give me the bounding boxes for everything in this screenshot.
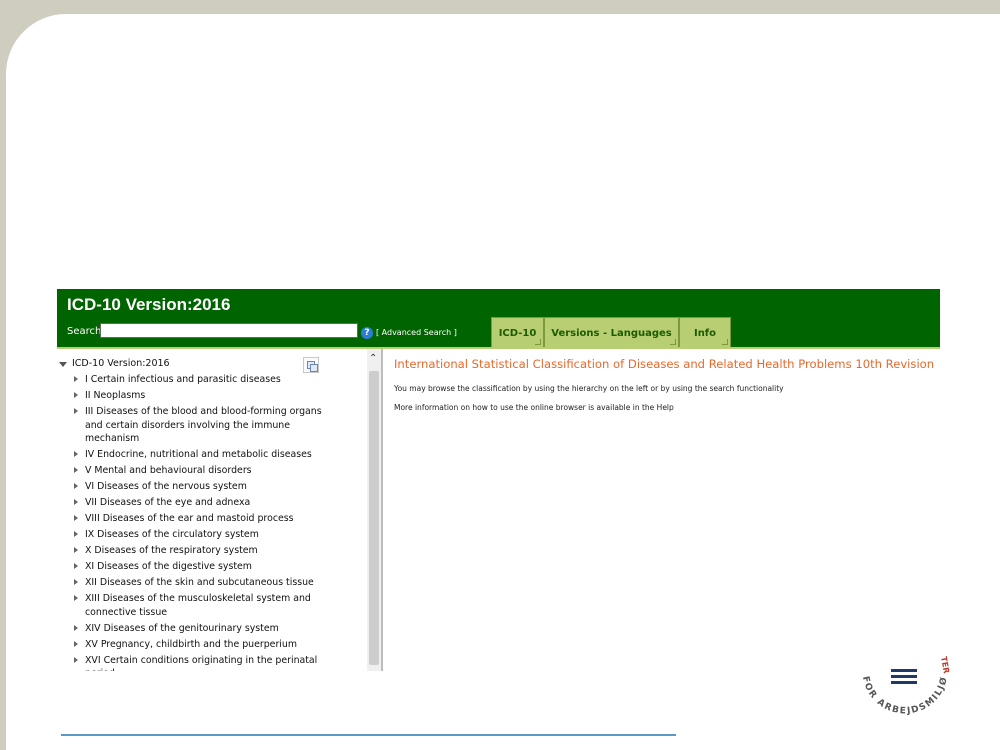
copy-icon[interactable]	[303, 357, 319, 373]
tree-item-label: II Neoplasms	[85, 389, 146, 401]
tree-item[interactable]: XI Diseases of the digestive system	[72, 560, 332, 574]
tree-item-label: VI Diseases of the nervous system	[85, 481, 247, 493]
caret-right-icon[interactable]	[74, 563, 78, 570]
caret-right-icon[interactable]	[74, 624, 78, 631]
tree-item[interactable]: XII Diseases of the skin and subcutaneou…	[72, 576, 332, 590]
caret-right-icon[interactable]	[74, 595, 78, 601]
question-circle-icon[interactable]: ?	[361, 327, 373, 339]
scroll-up-icon[interactable]: ⌃	[369, 354, 377, 364]
logo: FOR ARBEJDSMILJØ TER	[860, 656, 951, 715]
tree-item-label: IX Diseases of the circulatory system	[85, 529, 259, 541]
caret-right-icon[interactable]	[74, 499, 78, 506]
caret-right-icon[interactable]	[74, 531, 78, 538]
tab-icd-10[interactable]: ICD-10	[491, 317, 544, 347]
tree-item-label: XII Diseases of the skin and subcutaneou…	[85, 577, 314, 589]
content-title: International Statistical Classification…	[394, 357, 935, 371]
tree-item-label: I Certain infectious and parasitic disea…	[85, 374, 281, 385]
tree-item-label: XVI Certain conditions originating in th…	[85, 654, 318, 671]
tree-scrollbar[interactable]: ⌃	[367, 349, 381, 671]
caret-right-icon[interactable]	[74, 391, 78, 398]
tree-item-label: XIV Diseases of the genitourinary system	[85, 622, 279, 634]
tree-item[interactable]: VIII Diseases of the ear and mastoid pro…	[72, 512, 332, 526]
tree-item[interactable]: XIII Diseases of the musculoskeletal sys…	[72, 592, 332, 619]
tree-item-label: V Mental and behavioural disorders	[85, 465, 252, 477]
content-line-browse: You may browse the classification by usi…	[394, 384, 784, 393]
caret-right-icon[interactable]	[74, 467, 78, 474]
svg-text:FOR ARBEJDSMILJØ: FOR ARBEJDSMILJØ	[860, 675, 950, 715]
caret-right-icon[interactable]	[74, 515, 78, 522]
tree-item[interactable]: III Diseases of the blood and blood-form…	[72, 405, 332, 446]
caret-right-icon[interactable]	[74, 640, 78, 647]
content-line-help: More information on how to use the onlin…	[394, 403, 674, 412]
tree-item[interactable]: IV Endocrine, nutritional and metabolic …	[72, 448, 332, 462]
tree-item-label: VIII Diseases of the ear and mastoid pro…	[85, 513, 294, 525]
caret-down-icon[interactable]	[59, 362, 67, 367]
tree-root[interactable]: ICD-10 Version:2016	[72, 358, 170, 369]
tab-versions-languages[interactable]: Versions - Languages	[544, 317, 679, 347]
tree-item-label: III Diseases of the blood and blood-form…	[85, 405, 322, 445]
tree-item[interactable]: XV Pregnancy, childbirth and the puerper…	[72, 638, 332, 652]
tree-list: I Certain infectious and parasitic disea…	[72, 373, 332, 671]
tree-item[interactable]: IX Diseases of the circulatory system	[72, 528, 332, 542]
app-title: ICD-10 Version:2016	[67, 295, 231, 314]
tree-item[interactable]: VII Diseases of the eye and adnexa	[72, 496, 332, 510]
logo-text-top: TER	[939, 656, 951, 674]
caret-right-icon[interactable]	[74, 656, 78, 663]
tree-item[interactable]: I Certain infectious and parasitic disea…	[72, 373, 332, 387]
app-header: ICD-10 Version:2016 Search ? [ Advanced …	[57, 289, 940, 349]
caret-right-icon[interactable]	[74, 376, 78, 382]
caret-right-icon[interactable]	[74, 547, 78, 554]
logo-text: FOR ARBEJDSMILJØ	[860, 675, 949, 715]
tree-item-label: VII Diseases of the eye and adnexa	[85, 497, 251, 509]
tree-item[interactable]: II Neoplasms	[72, 389, 332, 403]
caret-right-icon[interactable]	[74, 451, 78, 458]
search-input[interactable]	[100, 323, 358, 338]
tree-item[interactable]: V Mental and behavioural disorders	[72, 464, 332, 478]
tree-item[interactable]: VI Diseases of the nervous system	[72, 480, 332, 494]
tree-item-label: XI Diseases of the digestive system	[85, 561, 252, 573]
caret-right-icon[interactable]	[74, 483, 78, 490]
tree-item-label: XV Pregnancy, childbirth and the puerper…	[85, 638, 297, 650]
tree-item[interactable]: X Diseases of the respiratory system	[72, 544, 332, 558]
tree-item[interactable]: XIV Diseases of the genitourinary system	[72, 622, 332, 636]
tree-item-label: X Diseases of the respiratory system	[85, 545, 258, 557]
tree-item-label: XIII Diseases of the musculoskeletal sys…	[85, 593, 311, 618]
caret-right-icon[interactable]	[74, 579, 78, 586]
search-label: Search	[67, 326, 102, 337]
tree-item-label: IV Endocrine, nutritional and metabolic …	[85, 449, 312, 461]
classification-tree: ICD-10 Version:2016 I Certain infectious…	[57, 349, 381, 671]
footer-rule	[61, 734, 676, 736]
scroll-thumb[interactable]	[369, 371, 379, 665]
caret-right-icon[interactable]	[74, 407, 78, 414]
panel-divider[interactable]	[381, 349, 383, 671]
tab-info[interactable]: Info	[679, 317, 731, 347]
tree-item[interactable]: XVI Certain conditions originating in th…	[72, 654, 332, 671]
advanced-search-link[interactable]: [ Advanced Search ]	[376, 328, 457, 337]
